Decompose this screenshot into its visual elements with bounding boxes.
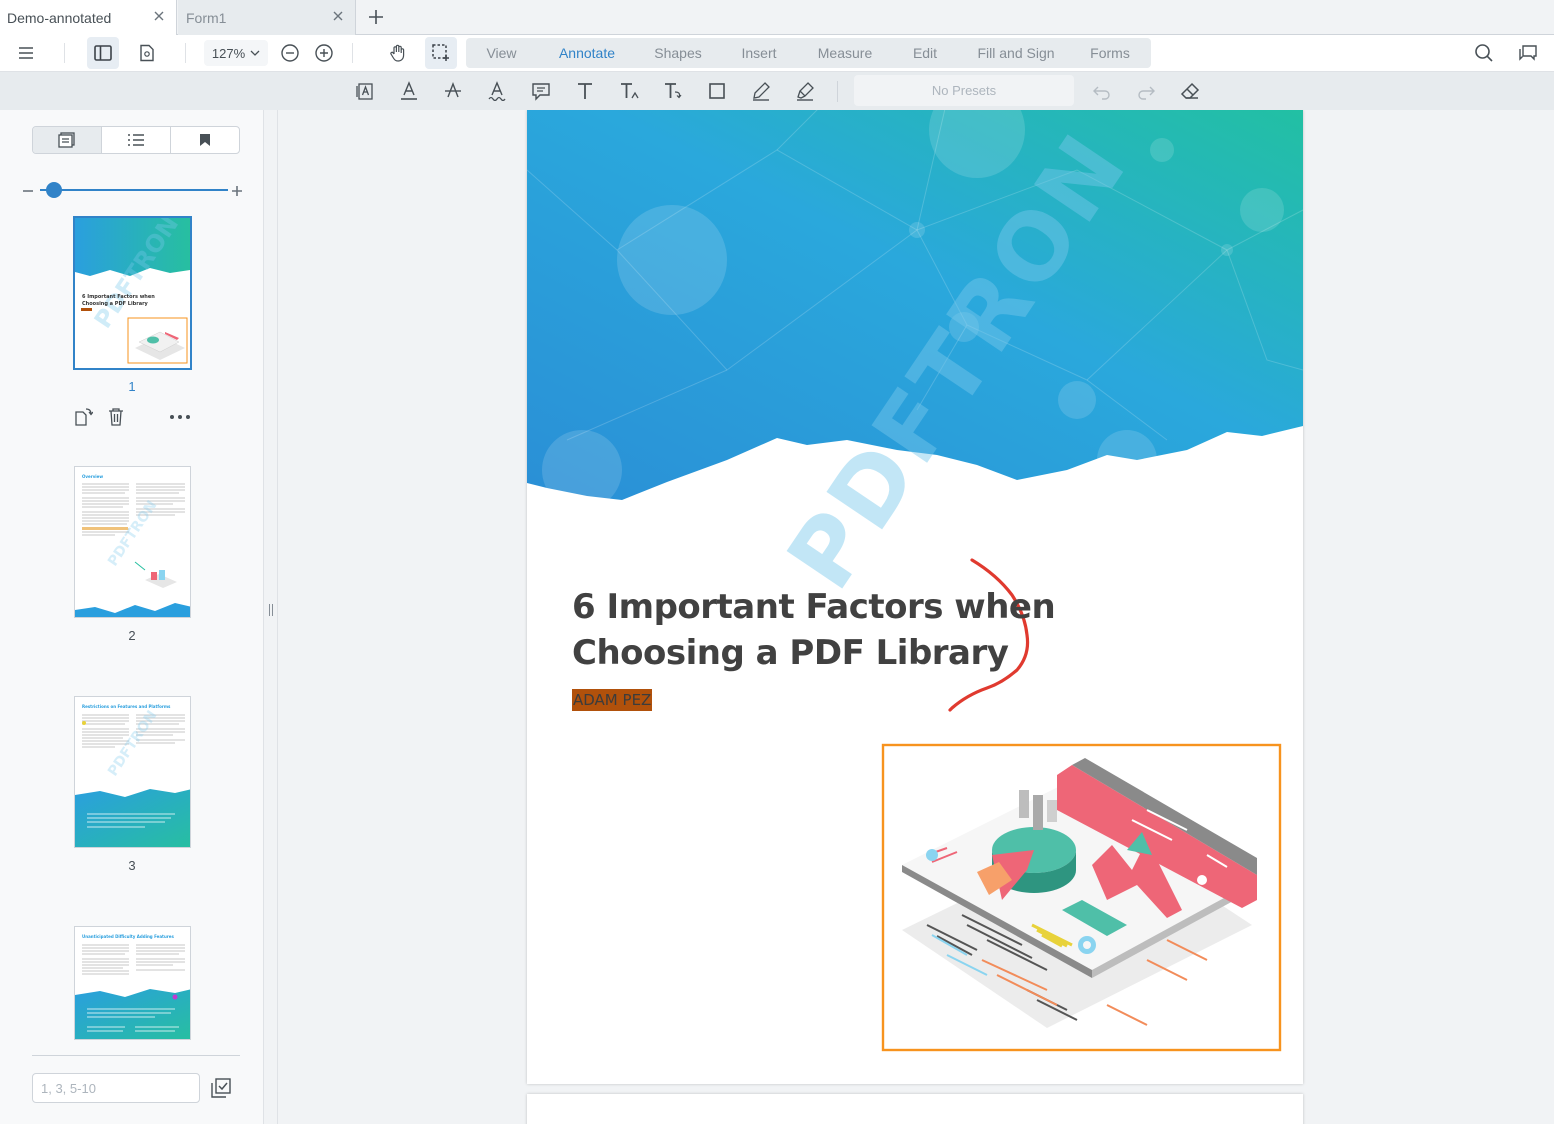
document-viewer[interactable]: PDFTRON 6 Important Factors when Choosin… (277, 110, 1554, 1124)
thumbnail-size-increase-icon[interactable] (231, 184, 243, 196)
document-icon[interactable] (131, 37, 163, 69)
comments-icon[interactable] (1512, 37, 1544, 69)
page-thumbnail-preview: Overview PDFTRON (75, 474, 190, 617)
document-tab-demo-annotated[interactable]: Demo-annotated (0, 0, 177, 35)
page-range-input[interactable] (32, 1073, 200, 1103)
page-thumbnail-preview: PDFTRON (75, 218, 190, 364)
page-number-label: 3 (128, 858, 136, 873)
multi-select-icon[interactable] (209, 1076, 233, 1100)
page-number-label: 1 (128, 379, 136, 394)
title-line-2: Choosing a PDF Library (572, 633, 1009, 673)
marquee-select-icon[interactable] (425, 37, 457, 69)
divider (837, 81, 838, 102)
tools-header: No Presets (0, 71, 1554, 110)
search-icon[interactable] (1468, 37, 1500, 69)
text-icon[interactable] (571, 78, 599, 104)
chevron-down-icon (250, 50, 260, 56)
svg-text:PDFTRON: PDFTRON (105, 708, 160, 779)
close-tab-icon[interactable] (152, 9, 166, 23)
underline-icon[interactable] (395, 78, 423, 104)
more-options-icon[interactable] (169, 406, 191, 428)
page-thumbnail-preview: Restrictions on Features and Platforms P… (75, 704, 190, 847)
ribbon-edit[interactable]: Edit (898, 38, 952, 68)
ribbon-measure[interactable]: Measure (806, 38, 884, 68)
add-tab-icon[interactable] (364, 6, 388, 28)
ribbon-group: View Annotate Shapes Insert Measure Edit… (466, 38, 1151, 68)
ribbon-fill-and-sign[interactable]: Fill and Sign (966, 38, 1066, 68)
svg-text:Unanticipated Difficulty Addin: Unanticipated Difficulty Adding Features (82, 934, 174, 939)
sticky-note-icon[interactable] (527, 78, 555, 104)
panel-resize-handle[interactable] (267, 603, 275, 617)
thumbnails-icon (58, 132, 75, 148)
document-tab-form1[interactable]: Form1 (178, 0, 356, 35)
menu-icon[interactable] (10, 37, 42, 69)
eraser-icon[interactable] (1176, 78, 1204, 104)
rectangle-icon[interactable] (703, 78, 731, 104)
text-replace-icon[interactable] (659, 78, 687, 104)
ribbon-annotate[interactable]: Annotate (543, 38, 631, 68)
thumbnail-size-slider[interactable] (40, 189, 228, 191)
pdf-page-1[interactable]: PDFTRON 6 Important Factors when Choosin… (527, 110, 1303, 1084)
outline-icon (128, 134, 144, 146)
page-thumbnail-preview: Unanticipated Difficulty Adding Features (75, 934, 190, 1039)
outline-tab[interactable] (102, 127, 171, 153)
divider (352, 43, 353, 63)
ribbon-forms[interactable]: Forms (1076, 38, 1144, 68)
squiggly-icon[interactable] (483, 78, 511, 104)
page-thumbnail-4[interactable]: Unanticipated Difficulty Adding Features (74, 926, 191, 1040)
bookmarks-tab[interactable] (171, 127, 239, 153)
pdf-page-2[interactable] (527, 1094, 1303, 1124)
zoom-value: 127% (211, 45, 246, 61)
free-text-icon[interactable] (351, 78, 379, 104)
tab-label: Demo-annotated (7, 9, 112, 26)
thumbnails-tab[interactable] (33, 127, 102, 153)
thumbnail-size-slider-handle[interactable] (46, 182, 62, 198)
delete-page-icon[interactable] (105, 406, 127, 428)
close-tab-icon[interactable] (331, 9, 345, 23)
text-insert-icon[interactable] (615, 78, 643, 104)
page-number-label: 2 (128, 628, 136, 643)
zoom-out-icon[interactable] (274, 37, 306, 69)
zoom-in-icon[interactable] (308, 37, 340, 69)
ribbon-shapes[interactable]: Shapes (642, 38, 714, 68)
svg-text:PDFTRON: PDFTRON (105, 498, 160, 569)
ribbon-view[interactable]: View (466, 38, 537, 68)
tab-label: Form1 (186, 9, 227, 26)
pan-icon[interactable] (382, 37, 414, 69)
strikeout-icon[interactable] (439, 78, 467, 104)
page-thumbnail-2[interactable]: Overview PDFTRON (74, 466, 191, 618)
page-thumbnail-1[interactable]: PDFTRON 6 Important Factors when Choosin… (73, 216, 192, 370)
svg-text:Restrictions on Features and P: Restrictions on Features and Platforms (82, 704, 171, 709)
document-title: 6 Important Factors when Choosing a PDF … (572, 584, 1072, 676)
dashboard-illustration (902, 758, 1257, 1028)
freehand-icon[interactable] (747, 78, 775, 104)
divider (32, 1055, 240, 1056)
divider (185, 43, 186, 63)
style-presets[interactable]: No Presets (854, 75, 1074, 106)
page-thumbnail-3[interactable]: Restrictions on Features and Platforms P… (74, 696, 191, 848)
panel-tabs (32, 126, 240, 154)
highlighted-author[interactable]: ADAM PEZ (572, 689, 653, 711)
divider (64, 43, 65, 63)
undo-icon[interactable] (1088, 78, 1116, 104)
svg-text:Overview: Overview (82, 474, 103, 479)
rotate-page-icon[interactable] (72, 406, 94, 428)
highlight-icon[interactable] (791, 78, 819, 104)
left-panel: PDFTRON 6 Important Factors when Choosin… (0, 110, 264, 1124)
title-line-1: 6 Important Factors when (572, 587, 1056, 627)
ribbon-insert[interactable]: Insert (726, 38, 792, 68)
thumbnail-size-decrease-icon[interactable] (22, 184, 34, 196)
redo-icon[interactable] (1132, 78, 1160, 104)
sidebar-toggle-icon[interactable] (87, 37, 119, 69)
main-header: 127% View Annotate Shapes Insert Measure… (0, 35, 1554, 71)
zoom-dropdown[interactable]: 127% (204, 40, 268, 66)
thumbnail-title: 6 Important Factors when Choosing a PDF … (82, 294, 155, 307)
tab-bar: Demo-annotated Form1 (0, 0, 1554, 35)
bookmark-icon (200, 134, 210, 146)
